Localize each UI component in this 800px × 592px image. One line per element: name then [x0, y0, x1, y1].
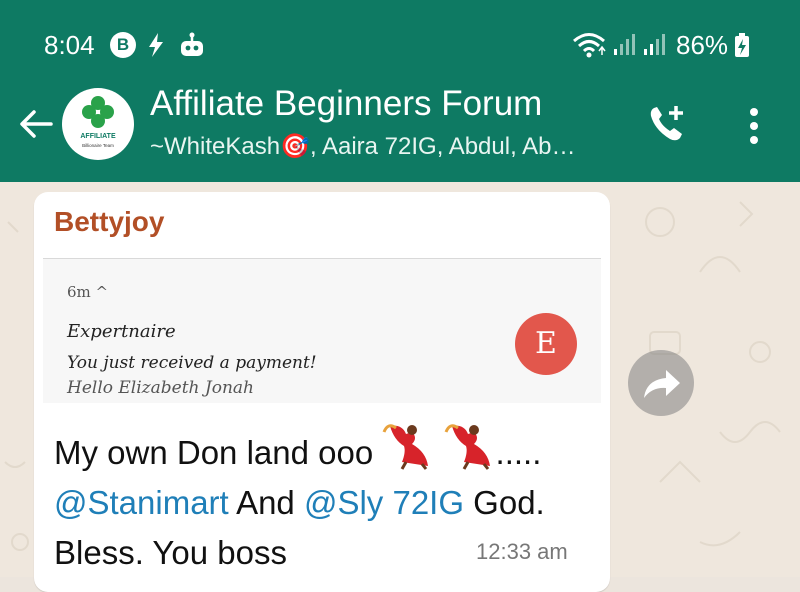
robot-icon [181, 32, 203, 56]
clover-logo-icon [82, 96, 114, 128]
message-text-mid: And [228, 484, 304, 521]
chat-members[interactable]: ~WhiteKash🎯, Aaira 72IG, Abdul, Ab… [150, 132, 575, 161]
mention-sly72ig[interactable]: @Sly 72IG [304, 484, 464, 521]
notification-avatar: E [515, 313, 577, 375]
b-app-icon: B [110, 32, 136, 58]
group-avatar[interactable]: AFFILIATE Billionaire Team [62, 88, 134, 160]
notification-body: Hello Elizabeth Jonah [67, 378, 254, 398]
top-bar: 8:04 B 86% AFFILIATE Billionaire Team Af… [0, 0, 800, 182]
message-time: 12:33 am [476, 539, 568, 564]
message-bubble[interactable]: Bettyjoy 6m ^ Expertnaire You just recei… [34, 192, 610, 592]
message-text-start: My own Don land ooo [54, 434, 383, 471]
status-bar: 8:04 B 86% [0, 0, 800, 90]
battery-charging-icon [735, 33, 749, 57]
notification-app: Expertnaire [67, 321, 176, 342]
dancer-emoji-icon [382, 424, 429, 470]
forward-button[interactable] [628, 350, 694, 416]
back-arrow-icon[interactable] [18, 106, 54, 142]
avatar-sublabel: Billionaire Team [82, 143, 114, 148]
notification-screenshot[interactable]: 6m ^ Expertnaire You just received a pay… [43, 258, 601, 403]
forward-arrow-icon [644, 370, 680, 398]
notification-title: You just received a payment! [67, 353, 317, 373]
chat-header[interactable]: AFFILIATE Billionaire Team Affiliate Beg… [0, 82, 800, 182]
battery-level: 86% [676, 30, 729, 60]
dancer-emoji-icon [444, 424, 490, 470]
wifi-icon [573, 33, 606, 58]
more-options-icon[interactable] [744, 104, 764, 148]
message-text-dots: ..... [495, 434, 542, 471]
chat-title[interactable]: Affiliate Beginners Forum [150, 84, 542, 124]
message-sender[interactable]: Bettyjoy [54, 206, 164, 238]
signal-icon [644, 34, 665, 55]
avatar-label: AFFILIATE [80, 133, 116, 140]
signal-icon [614, 34, 635, 55]
status-time: 8:04 [44, 30, 95, 60]
mention-stanimart[interactable]: @Stanimart [54, 484, 229, 521]
notification-time: 6m ^ [67, 283, 109, 301]
add-call-icon[interactable] [646, 102, 690, 146]
bolt-icon [149, 33, 163, 57]
